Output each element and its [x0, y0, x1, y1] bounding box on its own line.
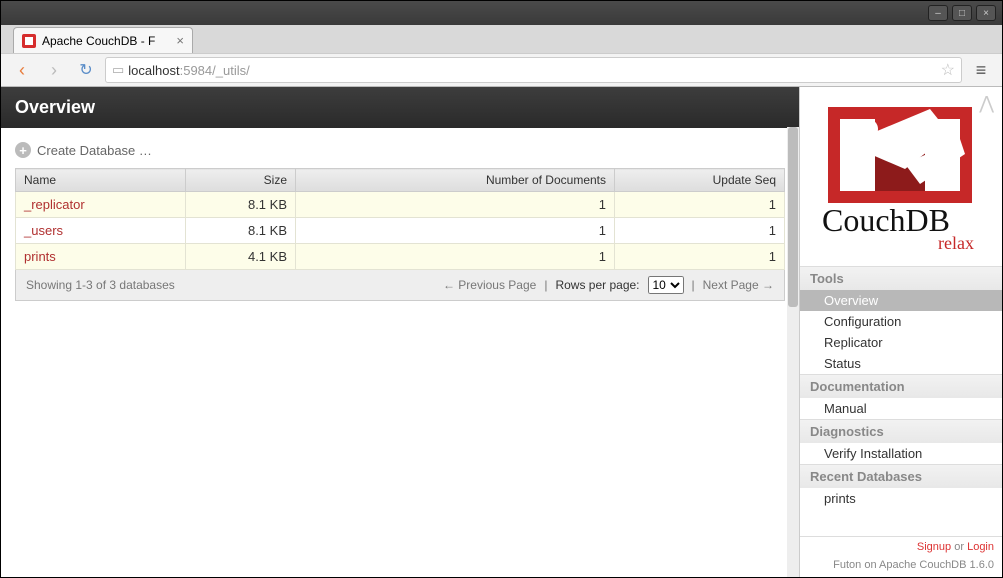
svg-text:CouchDB: CouchDB: [822, 202, 950, 238]
scrollbar-thumb[interactable]: [788, 127, 798, 307]
sidebar-version: Futon on Apache CouchDB 1.6.0: [800, 557, 1002, 577]
page-title: Overview: [1, 87, 799, 128]
os-titlebar: – □ ×: [1, 1, 1002, 25]
rows-per-page-label: Rows per page:: [555, 278, 639, 292]
db-docs: 1: [296, 192, 615, 218]
auth-or: or: [951, 541, 967, 553]
col-name[interactable]: Name: [16, 169, 186, 192]
sidebar-auth-footer: Signup or Login: [800, 536, 1002, 557]
back-button[interactable]: ‹: [9, 57, 35, 83]
content: Overview + Create Database … Name Size N…: [1, 87, 1002, 577]
sidebar: ⋀ CouchDB relax Tools Overview Configura…: [800, 87, 1002, 577]
browser-tab-strip: Apache CouchDB - F ×: [1, 25, 1002, 53]
couchdb-logo[interactable]: CouchDB relax: [800, 87, 1002, 266]
browser-toolbar: ‹ › ↻ ▭ localhost:5984/_utils/ ☆ ≡: [1, 53, 1002, 87]
db-docs: 1: [296, 218, 615, 244]
create-database-link[interactable]: + Create Database …: [15, 142, 785, 158]
col-seq[interactable]: Update Seq: [615, 169, 785, 192]
sidebar-item-replicator[interactable]: Replicator: [800, 332, 1002, 353]
col-docs[interactable]: Number of Documents: [296, 169, 615, 192]
collapse-sidebar-icon[interactable]: ⋀: [979, 93, 994, 114]
page-icon: ▭: [112, 62, 124, 78]
tab-close-icon[interactable]: ×: [176, 33, 184, 48]
prev-page-link[interactable]: ← Previous Page: [443, 278, 536, 292]
sidebar-section-documentation: Documentation: [800, 374, 1002, 398]
pager: ← Previous Page | Rows per page: 10 | Ne…: [443, 276, 774, 294]
forward-button[interactable]: ›: [41, 57, 67, 83]
url-host: localhost: [128, 63, 179, 78]
sidebar-item-manual[interactable]: Manual: [800, 398, 1002, 419]
separator: |: [692, 278, 695, 292]
db-docs: 1: [296, 244, 615, 270]
db-seq: 1: [615, 192, 785, 218]
separator: |: [544, 278, 547, 292]
main-body: + Create Database … Name Size Number of …: [1, 128, 799, 315]
db-size: 8.1 KB: [186, 218, 296, 244]
url-bar[interactable]: ▭ localhost:5984/_utils/ ☆: [105, 57, 962, 83]
url-path: :5984/_utils/: [180, 63, 250, 78]
showing-count: Showing 1-3 of 3 databases: [26, 278, 175, 292]
window-close-button[interactable]: ×: [976, 5, 996, 21]
db-size: 8.1 KB: [186, 192, 296, 218]
sidebar-items-diagnostics: Verify Installation: [800, 443, 1002, 464]
table-row: prints 4.1 KB 1 1: [16, 244, 785, 270]
sidebar-section-diagnostics: Diagnostics: [800, 419, 1002, 443]
plus-icon: +: [15, 142, 31, 158]
db-size: 4.1 KB: [186, 244, 296, 270]
db-seq: 1: [615, 244, 785, 270]
sidebar-section-tools: Tools: [800, 266, 1002, 290]
login-link[interactable]: Login: [967, 541, 994, 553]
col-size[interactable]: Size: [186, 169, 296, 192]
sidebar-item-configuration[interactable]: Configuration: [800, 311, 1002, 332]
table-footer: Showing 1-3 of 3 databases ← Previous Pa…: [15, 270, 785, 301]
browser-tab[interactable]: Apache CouchDB - F ×: [13, 27, 193, 53]
tab-favicon-icon: [22, 34, 36, 48]
reload-button[interactable]: ↻: [73, 57, 99, 83]
couchdb-logo-icon: CouchDB relax: [810, 99, 990, 259]
sidebar-items-documentation: Manual: [800, 398, 1002, 419]
browser-menu-button[interactable]: ≡: [968, 57, 994, 83]
sidebar-item-verify[interactable]: Verify Installation: [800, 443, 1002, 464]
svg-text:relax: relax: [938, 233, 974, 253]
signup-link[interactable]: Signup: [917, 541, 951, 553]
table-header-row: Name Size Number of Documents Update Seq: [16, 169, 785, 192]
window-maximize-button[interactable]: □: [952, 5, 972, 21]
sidebar-items-tools: Overview Configuration Replicator Status: [800, 290, 1002, 374]
db-link[interactable]: _users: [24, 223, 63, 238]
tab-title: Apache CouchDB - F: [42, 34, 155, 48]
sidebar-section-recent: Recent Databases: [800, 464, 1002, 488]
db-seq: 1: [615, 218, 785, 244]
main-scrollbar[interactable]: [787, 127, 799, 577]
table-row: _replicator 8.1 KB 1 1: [16, 192, 785, 218]
db-link[interactable]: _replicator: [24, 197, 85, 212]
sidebar-items-recent: prints: [800, 488, 1002, 509]
create-database-label: Create Database …: [37, 143, 152, 158]
main-area: Overview + Create Database … Name Size N…: [1, 87, 800, 577]
window-minimize-button[interactable]: –: [928, 5, 948, 21]
sidebar-item-recent-prints[interactable]: prints: [800, 488, 1002, 509]
bookmark-star-icon[interactable]: ☆: [941, 60, 955, 80]
sidebar-item-status[interactable]: Status: [800, 353, 1002, 374]
database-table: Name Size Number of Documents Update Seq…: [15, 168, 785, 270]
table-row: _users 8.1 KB 1 1: [16, 218, 785, 244]
next-page-link[interactable]: Next Page →: [703, 278, 774, 292]
db-link[interactable]: prints: [24, 249, 56, 264]
rows-per-page-select[interactable]: 10: [648, 276, 684, 294]
sidebar-item-overview[interactable]: Overview: [800, 290, 1002, 311]
